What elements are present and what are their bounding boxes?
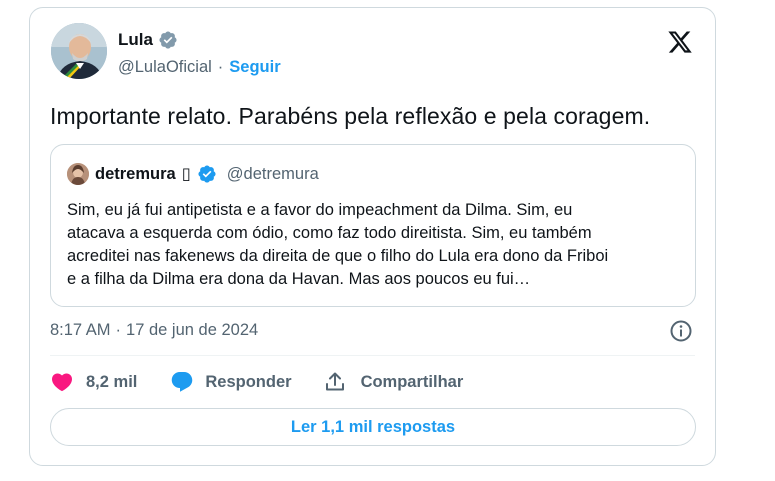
quoted-verified-badge-icon: [198, 165, 216, 183]
tweet-date: 17 de jun de 2024: [126, 321, 259, 339]
author-avatar-image: [51, 23, 107, 79]
x-logo-icon-svg: [668, 31, 692, 53]
quoted-header: detremura ▯ @detremura: [67, 163, 319, 185]
tweet-text: Importante relato. Parabéns pela reflexã…: [50, 103, 651, 129]
author-avatar[interactable]: [51, 23, 107, 79]
author-handle-row: @LulaOficial · Seguir: [118, 58, 281, 77]
reply-label: Responder: [205, 372, 292, 391]
share-label: Compartilhar: [360, 372, 464, 391]
heart-icon: [51, 373, 73, 392]
reply-button[interactable]: Responder: [170, 370, 292, 394]
divider: [50, 355, 695, 356]
author-name-row: Lula: [118, 30, 178, 50]
separator-dot: ·: [217, 58, 224, 76]
quoted-text: Sim, eu já fui antipetista e a favor do …: [67, 199, 687, 291]
share-button[interactable]: Compartilhar: [323, 370, 464, 394]
quoted-author-handle: @detremura: [226, 164, 319, 183]
quoted-author-name: detremura: [95, 164, 176, 183]
info-icon[interactable]: [669, 319, 693, 343]
quoted-text-line: atacava a esquerda com ódio, como faz to…: [67, 224, 592, 242]
reply-bubble-icon: [172, 372, 193, 392]
follow-button[interactable]: Seguir: [229, 58, 280, 77]
tweet-actions: 8,2 mil Responder Compartilhar: [50, 370, 463, 394]
quoted-tweet[interactable]: detremura ▯ @detremura Sim, eu já fui an…: [50, 144, 696, 307]
timestamp-separator: ·: [115, 321, 122, 339]
quoted-text-line: e a filha da Dilma era dona da Havan. Ma…: [67, 270, 531, 288]
x-logo-icon[interactable]: [667, 29, 693, 55]
author-name[interactable]: Lula: [118, 30, 153, 50]
quoted-text-line: acreditei nas fakenews da direita de que…: [67, 247, 609, 265]
read-replies-button[interactable]: Ler 1,1 mil respostas: [50, 408, 696, 446]
tweet-time: 8:17 AM: [50, 321, 111, 339]
share-icon: [325, 372, 344, 391]
verified-badge-icon: [159, 31, 177, 49]
author-handle[interactable]: @LulaOficial: [118, 58, 212, 77]
info-icon-svg: [670, 320, 692, 342]
quoted-name-glyph: ▯: [181, 165, 191, 183]
quoted-avatar-image: [67, 163, 89, 185]
tweet-timestamp[interactable]: 8:17 AM · 17 de jun de 2024: [50, 321, 258, 340]
like-button[interactable]: 8,2 mil: [50, 370, 137, 394]
quoted-text-line: Sim, eu já fui antipetista e a favor do …: [67, 201, 573, 219]
embedded-tweet-card: Lula @LulaOficial · Seguir Importante re…: [29, 7, 716, 466]
quoted-avatar: [67, 163, 89, 185]
like-count: 8,2 mil: [86, 372, 138, 391]
